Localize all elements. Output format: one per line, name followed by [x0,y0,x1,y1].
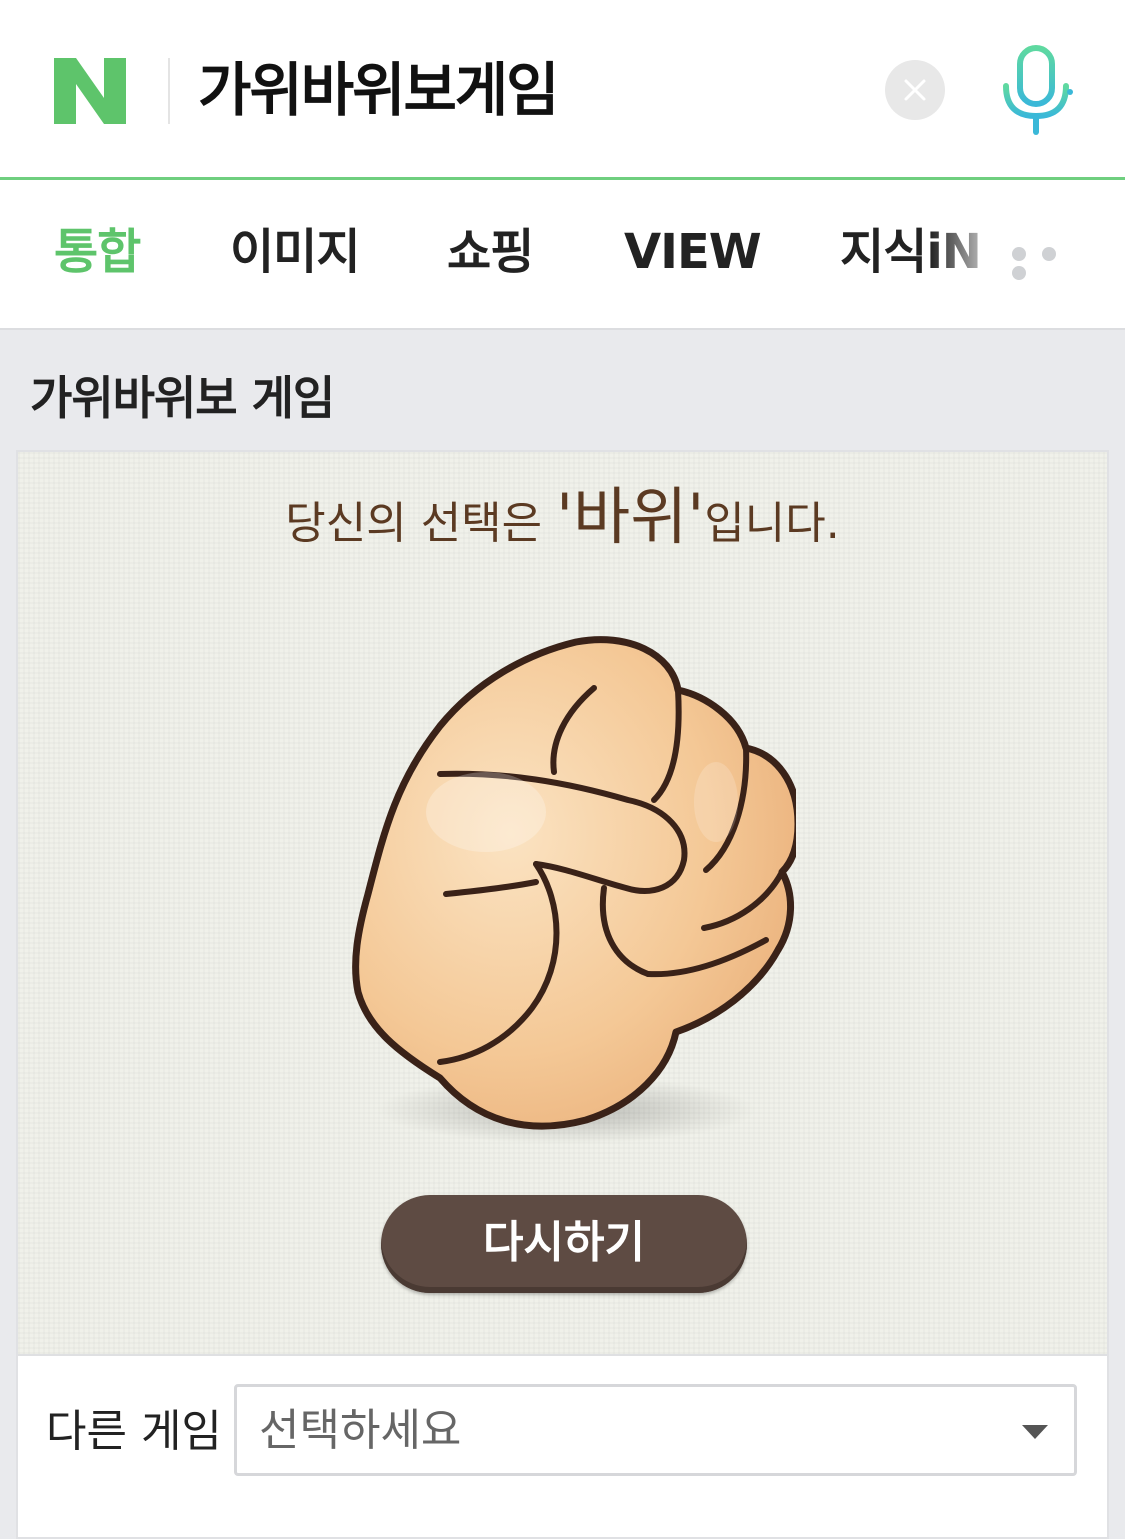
result-suffix: 입니다. [704,498,840,549]
result-prefix: 당신의 선택은 [285,498,557,549]
search-header: 가위바위보게임 [0,0,1125,180]
game-area: 당신의 선택은 '바위'입니다. 다시하기 [18,452,1107,1356]
section-title: 가위바위보 게임 [30,371,335,425]
retry-button[interactable]: 다시하기 [381,1195,747,1293]
other-game-select[interactable]: 선택하세요 [234,1384,1077,1476]
tab-images[interactable]: 이미지 [230,220,360,284]
close-icon [904,79,926,101]
caret-down-icon [1022,1425,1048,1439]
search-input[interactable]: 가위바위보게임 [198,54,560,126]
logo-divider [168,58,170,124]
mic-icon[interactable] [996,44,1076,136]
naver-logo-icon[interactable] [52,56,128,126]
select-value: 선택하세요 [259,1405,462,1456]
other-game-label: 다른 게임 [46,1406,222,1457]
rock-fist-icon [352,636,796,1144]
clear-search-button[interactable] [885,60,945,120]
result-choice: '바위' [556,480,705,553]
tab-integrated[interactable]: 통합 [54,220,141,284]
result-message: 당신의 선택은 '바위'입니다. [18,482,1107,559]
search-tabs: 통합 이미지 쇼핑 VIEW 지식iN [0,180,1125,330]
more-dots-icon[interactable] [1012,246,1092,280]
tab-shopping[interactable]: 쇼핑 [447,220,534,284]
tab-view[interactable]: VIEW [624,220,762,284]
rps-game-card: 당신의 선택은 '바위'입니다. 다시하기 다른 게임 선택하세요 [16,450,1109,1539]
